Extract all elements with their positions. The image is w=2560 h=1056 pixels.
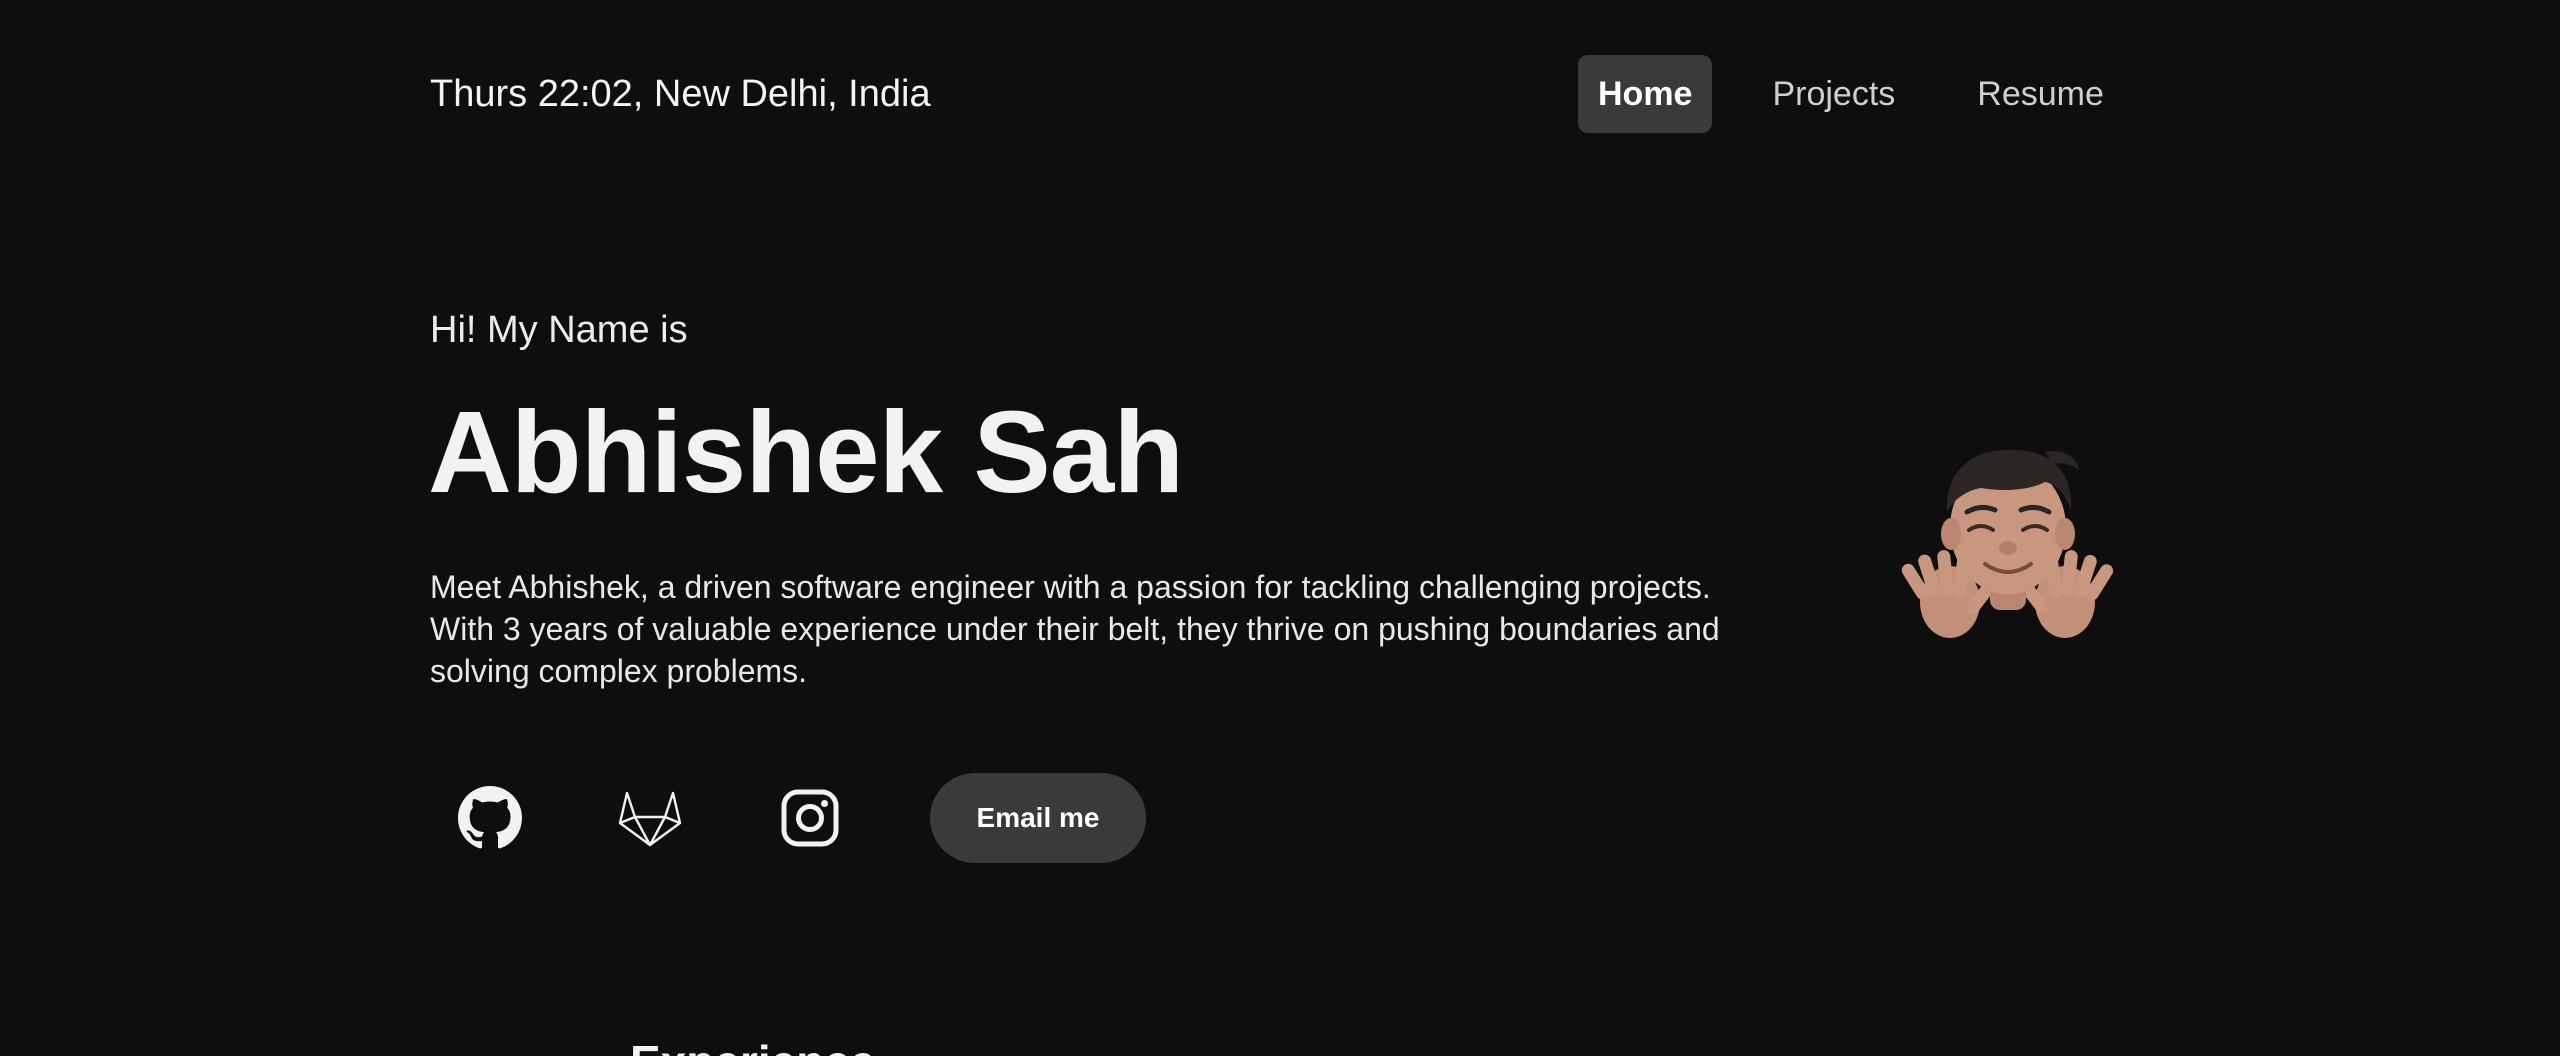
github-icon <box>458 786 522 849</box>
main-nav: Home Projects Resume <box>1578 55 2124 133</box>
portfolio-page: Thurs 22:02, New Delhi, India Home Proje… <box>0 0 2560 1056</box>
instagram-link[interactable] <box>772 780 848 856</box>
email-me-button[interactable]: Email me <box>930 773 1146 863</box>
local-time-location: Thurs 22:02, New Delhi, India <box>430 73 931 115</box>
memoji-avatar-icon <box>1901 449 2114 638</box>
hero-name: Abhishek Sah <box>428 387 1184 517</box>
github-link[interactable] <box>452 780 528 856</box>
nav-home-link[interactable]: Home <box>1578 55 1713 133</box>
hero-greeting: Hi! My Name is <box>430 309 688 351</box>
instagram-icon <box>781 789 839 847</box>
gitlab-icon <box>618 791 682 847</box>
experience-section-title: Experience <box>630 1034 875 1056</box>
nav-resume-link[interactable]: Resume <box>1957 55 2124 133</box>
nav-projects-link[interactable]: Projects <box>1752 55 1915 133</box>
gitlab-link[interactable] <box>612 780 688 856</box>
hero-bio: Meet Abhishek, a driven software enginee… <box>430 569 1720 689</box>
